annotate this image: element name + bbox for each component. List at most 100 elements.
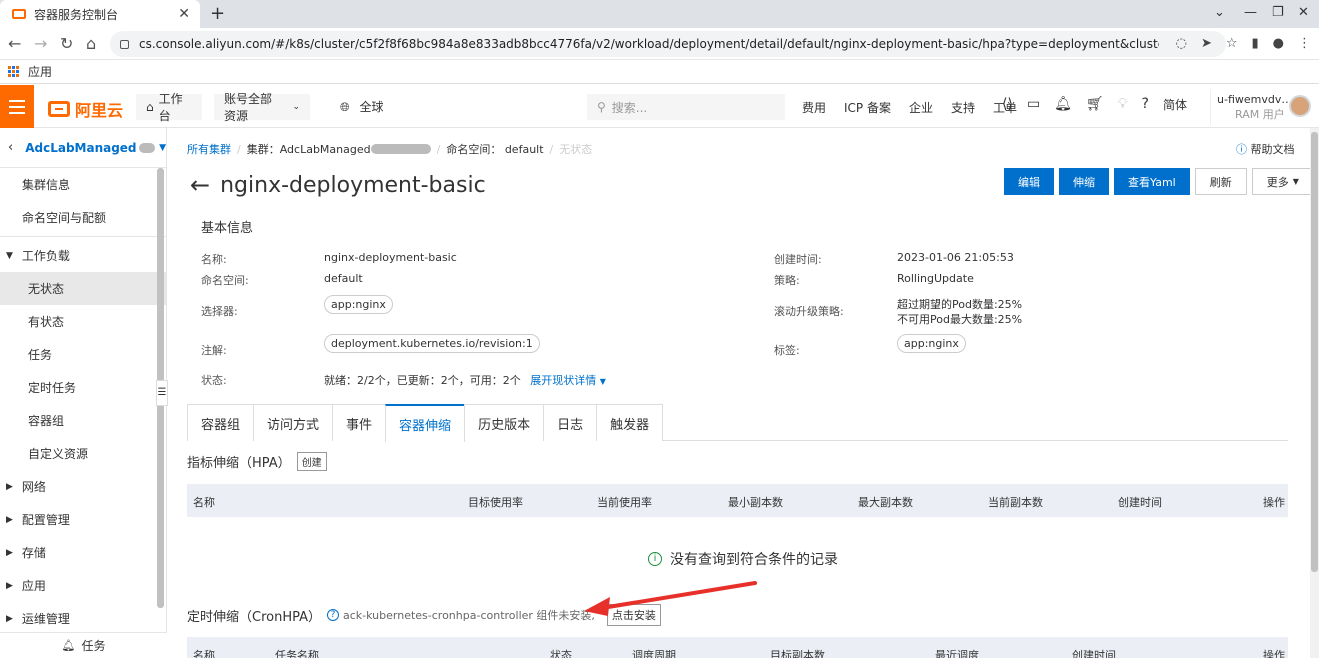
browser-tab[interactable]: 容器服务控制台 ✕ [0, 0, 200, 28]
bookmark-apps[interactable]: 应用 [28, 63, 52, 80]
sidebar-item-namespaces[interactable]: 命名空间与配额 [0, 201, 166, 234]
workbench-button[interactable]: ⌂ 工作台 [136, 92, 202, 123]
apps-grid-icon[interactable] [8, 65, 20, 78]
icp-link[interactable]: ICP 备案 [844, 99, 891, 116]
tab-scaling[interactable]: 容器伸缩 [385, 404, 466, 442]
annotation-arrow-icon [580, 578, 760, 621]
sidebar-item-cluster-info[interactable]: 集群信息 [0, 168, 166, 201]
eye-off-icon[interactable]: ◌ [1176, 36, 1187, 51]
tab-events[interactable]: 事件 [332, 404, 387, 441]
search-input[interactable]: ⚲ 搜索... [587, 94, 785, 120]
redacted-mask [370, 144, 431, 154]
back-arrow-icon[interactable]: ← [190, 171, 210, 199]
cluster-selector[interactable]: ‹ AdcLabManaged ▼ [0, 128, 166, 168]
sidebar-group-storage[interactable]: ▶ 存储 [0, 536, 166, 569]
language-switch[interactable]: 简体 [1163, 96, 1187, 113]
create-hpa-button[interactable]: 创建 [296, 452, 327, 471]
sidebar-group-config[interactable]: ▶ 配置管理 [0, 503, 166, 536]
sidebar-group-apps[interactable]: ▶ 应用 [0, 569, 166, 602]
enterprise-link[interactable]: 企业 [909, 99, 933, 116]
sidebar-group-workloads[interactable]: ▼ 工作负载 [0, 239, 166, 272]
help-icon[interactable]: ? [1142, 96, 1149, 113]
menu-icon[interactable]: ⋮ [1298, 36, 1311, 51]
rolling-unavailable: 不可用Pod最大数量:25% [897, 313, 1023, 326]
home-icon[interactable]: ⌂ [86, 34, 96, 53]
hamburger-menu-icon[interactable] [0, 85, 34, 128]
forward-icon[interactable]: → [34, 34, 47, 53]
column-header: 创建时间 [1072, 649, 1116, 658]
sidebar-collapse-icon[interactable]: ☰ [156, 380, 168, 406]
send-icon[interactable]: ➤ [1201, 36, 1212, 51]
back-icon[interactable]: ← [8, 34, 21, 53]
aliyun-logo[interactable]: 阿里云 [48, 97, 123, 121]
breadcrumb-cluster[interactable]: 集群：AdcLabManaged [247, 141, 371, 157]
sidebar-group-ops[interactable]: ▶ 运维管理 [0, 602, 166, 635]
terminal-icon[interactable]: ▭ [1027, 96, 1040, 113]
sidebar-group-network[interactable]: ▶ 网络 [0, 470, 166, 503]
user-menu[interactable]: u-fiwemvdv… RAM 用户 [1210, 89, 1319, 125]
redacted-mask [138, 142, 156, 153]
avatar[interactable] [1289, 95, 1311, 117]
tab-access[interactable]: 访问方式 [253, 404, 334, 441]
globe-icon: 🌐︎ [340, 100, 350, 114]
chevron-left-icon[interactable]: ‹ [8, 140, 13, 155]
help-docs-link[interactable]: ⓘ 帮助文档 [1236, 141, 1295, 157]
reload-icon[interactable]: ↻ [60, 34, 73, 53]
close-icon[interactable]: ✕ [178, 6, 190, 22]
caret-right-icon: ▶ [6, 481, 13, 492]
empty-state: i 没有查询到符合条件的记录 [648, 549, 838, 569]
tab-triggers[interactable]: 触发器 [596, 404, 664, 441]
sidebar-item-jobs[interactable]: 任务 [0, 338, 166, 371]
refresh-button[interactable]: 刷新 [1194, 168, 1247, 195]
name-label: 名称: [201, 253, 227, 266]
minimize-icon[interactable]: — [1244, 5, 1257, 20]
star-icon[interactable]: ☆ [1226, 36, 1238, 51]
cart-icon[interactable]: 🛒︎ [1086, 96, 1104, 113]
rolling-label: 滚动升级策略: [774, 305, 844, 318]
profile-icon[interactable]: ● [1273, 36, 1284, 51]
breadcrumb-all-clusters[interactable]: 所有集群 [187, 141, 231, 157]
home-icon: ⌂ [146, 100, 154, 114]
sidebar-item-statefulsets[interactable]: 有状态 [0, 305, 166, 338]
bookmarks-bar: 应用 [0, 60, 1319, 84]
sidebar-item-custom-resources[interactable]: 自定义资源 [0, 437, 166, 470]
tab-logs[interactable]: 日志 [543, 404, 598, 441]
support-link[interactable]: 支持 [951, 99, 975, 116]
scale-button[interactable]: 伸缩 [1059, 168, 1109, 195]
expand-status-link[interactable]: 展开现状详情 ▼ [530, 374, 606, 387]
page-scrollbar[interactable] [1310, 128, 1319, 658]
code-icon[interactable]: ⟨⟩ [1002, 96, 1013, 113]
detail-tabs: 容器组 访问方式 事件 容器伸缩 历史版本 日志 触发器 [187, 404, 1288, 442]
tab-history[interactable]: 历史版本 [464, 404, 545, 441]
help-icon: ⓘ [1236, 143, 1247, 156]
tab-pods[interactable]: 容器组 [187, 404, 255, 441]
column-header: 当前副本数 [988, 496, 1043, 509]
edit-button[interactable]: 编辑 [1004, 168, 1054, 195]
aliyun-favicon-icon [12, 9, 26, 19]
sidebar-tasks-button[interactable]: 🔔︎ 任务 [0, 632, 167, 658]
view-yaml-button[interactable]: 查看Yaml [1114, 168, 1190, 195]
help-icon[interactable]: ? [327, 609, 340, 621]
restore-icon[interactable]: ❐ [1272, 5, 1284, 20]
window-close-icon[interactable]: ✕ [1298, 5, 1309, 20]
sidebar-item-pods[interactable]: 容器组 [0, 404, 166, 437]
bell-icon[interactable]: 🔔︎ [1054, 96, 1072, 113]
all-resources-dropdown[interactable]: 账号全部资源 ⌄ [214, 92, 310, 123]
new-tab-icon[interactable]: + [210, 3, 225, 24]
url-field[interactable]: cs.console.aliyun.com/#/k8s/cluster/c5f2… [110, 31, 1226, 57]
region-selector[interactable]: 🌐︎ 全球 [340, 98, 383, 115]
address-toolbar: ← → ↻ ⌂ cs.console.aliyun.com/#/k8s/clus… [0, 28, 1319, 60]
fee-link[interactable]: 费用 [802, 99, 826, 116]
bulb-icon[interactable]: 💡︎ [1118, 96, 1128, 113]
more-dropdown[interactable]: 更多 ▼ [1251, 168, 1314, 195]
caret-right-icon: ▶ [6, 580, 13, 591]
column-header: 名称 [193, 649, 215, 658]
rolling-surge: 超过期望的Pod数量:25% [897, 298, 1023, 311]
hpa-section-title: 指标伸缩（HPA） 创建 [187, 452, 327, 471]
breadcrumb-namespace[interactable]: 命名空间： default [446, 141, 543, 157]
breadcrumb-current: 无状态 [559, 143, 593, 156]
side-panel-icon[interactable]: ▮ [1252, 36, 1259, 51]
tab-search-icon[interactable]: ⌄ [1214, 5, 1225, 20]
sidebar-item-cronjobs[interactable]: 定时任务 [0, 371, 166, 404]
sidebar-item-deployments[interactable]: 无状态 [0, 272, 166, 305]
